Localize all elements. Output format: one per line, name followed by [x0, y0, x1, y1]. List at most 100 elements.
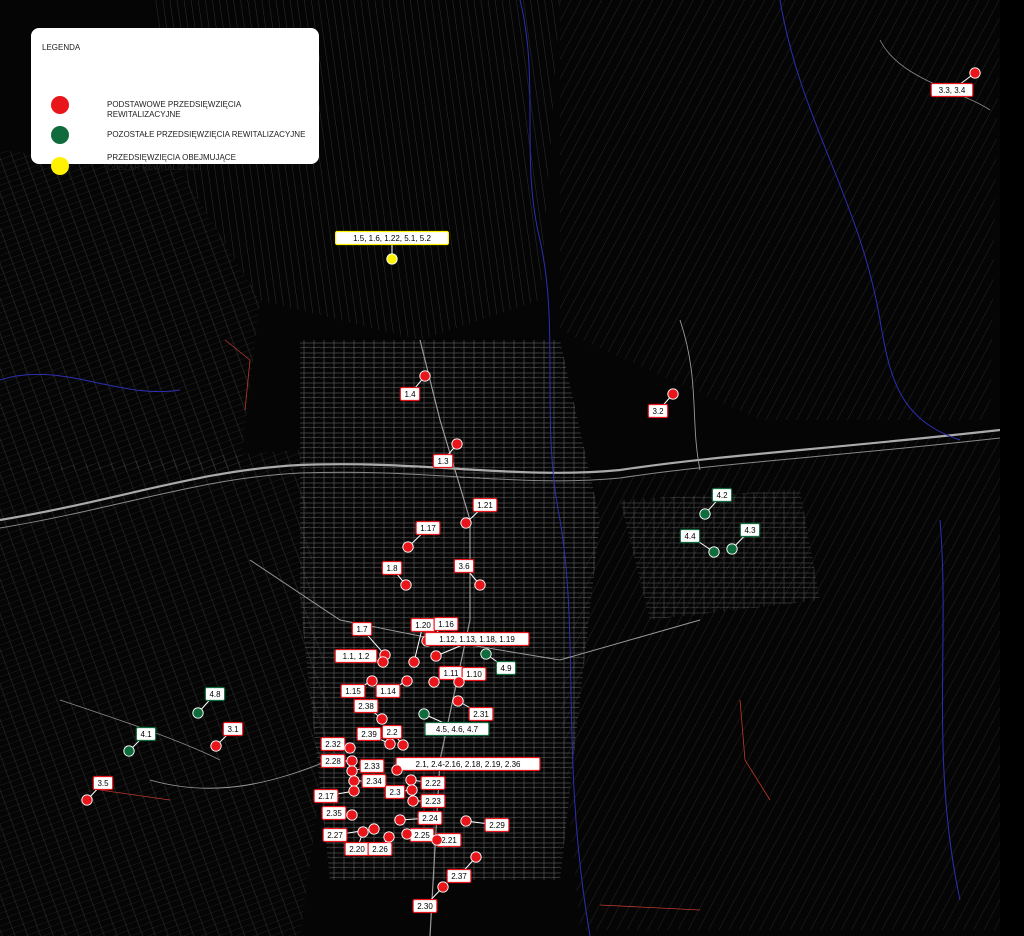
red-dot-icon[interactable] — [402, 541, 414, 553]
red-dot-icon[interactable] — [81, 794, 93, 806]
marker-4-4[interactable]: 4.4 — [679, 528, 720, 558]
marker-2-25[interactable]: 2.25 — [401, 827, 435, 843]
marker-4-1[interactable]: 4.1 — [123, 726, 157, 757]
marker-2-37[interactable]: 2.37 — [446, 851, 482, 884]
marker-1-17[interactable]: 1.17 — [402, 520, 441, 553]
red-dot-icon[interactable] — [419, 370, 431, 382]
markers-layer: 3.3, 3.4 1.5, 1.6, 1.22, 5.1, 5.2 1.4 3.2 1.… — [81, 67, 981, 914]
green-dot-icon[interactable] — [726, 543, 738, 555]
red-dot-icon[interactable] — [401, 675, 413, 687]
red-dot-icon[interactable] — [460, 517, 472, 529]
red-dot-icon[interactable] — [407, 795, 419, 807]
red-dot-icon[interactable] — [397, 739, 409, 751]
red-dot-icon[interactable] — [428, 676, 440, 688]
red-dot-icon[interactable] — [346, 765, 358, 777]
green-dot-icon[interactable] — [708, 546, 720, 558]
red-dot-icon[interactable] — [405, 774, 417, 786]
marker-label: 2.33 — [364, 762, 380, 771]
marker-2-21[interactable]: 2.21 — [431, 832, 462, 848]
marker-3-5[interactable]: 3.5 — [81, 775, 114, 806]
marker-label: 2.26 — [372, 845, 388, 854]
marker-2-38[interactable]: 2.38 — [353, 698, 388, 725]
map-view[interactable]: LEGENDA PODSTAWOWE PRZEDSIĘWZIĘCIA REWIT… — [0, 0, 1024, 936]
marker-label: 1.10 — [466, 670, 482, 679]
marker-2-23[interactable]: 2.23 — [407, 793, 446, 809]
red-dot-icon[interactable] — [346, 755, 358, 767]
red-dot-icon[interactable] — [408, 656, 420, 668]
marker-2-1-2-4-2-16-2-18-2-19-2-36[interactable]: 2.1, 2.4-2.16, 2.18, 2.19, 2.36 — [391, 756, 541, 776]
marker-2-17[interactable]: 2.17 — [313, 785, 360, 804]
red-dot-icon[interactable] — [210, 740, 222, 752]
red-dot-icon[interactable] — [346, 809, 358, 821]
marker-1-12-1-13-1-18-1-19[interactable]: 1.12, 1.13, 1.18, 1.19 — [424, 631, 530, 662]
marker-2-26[interactable]: 2.26 — [367, 831, 395, 857]
marker-1-14[interactable]: 1.14 — [375, 675, 413, 699]
marker-3-3-3-4[interactable]: 3.3, 3.4 — [930, 67, 981, 98]
marker-1-8[interactable]: 1.8 — [381, 560, 412, 591]
marker-2-32[interactable]: 2.32 — [320, 736, 356, 754]
red-dot-icon[interactable] — [394, 814, 406, 826]
marker-label: 4.3 — [744, 526, 756, 535]
red-dot-icon[interactable] — [400, 579, 412, 591]
marker-4-2[interactable]: 4.2 — [699, 487, 733, 520]
red-dot-icon[interactable] — [344, 742, 356, 754]
red-dot-icon[interactable] — [452, 695, 464, 707]
red-dot-icon[interactable] — [470, 851, 482, 863]
green-dot-icon[interactable] — [192, 707, 204, 719]
marker-3-2[interactable]: 3.2 — [647, 388, 679, 419]
marker-label: 2.25 — [414, 831, 430, 840]
red-dot-icon[interactable] — [406, 784, 418, 796]
marker-label: 3.6 — [458, 562, 470, 571]
marker-label: 2.34 — [366, 777, 382, 786]
marker-3-1[interactable]: 3.1 — [210, 721, 244, 752]
red-dot-icon[interactable] — [348, 775, 360, 787]
red-dot-icon[interactable] — [376, 713, 388, 725]
green-dot-icon[interactable] — [699, 508, 711, 520]
marker-label: 1.4 — [404, 390, 416, 399]
red-dot-icon[interactable] — [401, 828, 413, 840]
red-dot-icon[interactable] — [474, 579, 486, 591]
marker-label: 1.20 — [415, 621, 431, 630]
red-dot-icon[interactable] — [348, 785, 360, 797]
marker-label: 2.31 — [473, 710, 489, 719]
marker-label: 1.1, 1.2 — [343, 652, 370, 661]
red-dot-icon[interactable] — [667, 388, 679, 400]
red-dot-icon[interactable] — [383, 831, 395, 843]
marker-4-8[interactable]: 4.8 — [192, 686, 226, 719]
red-dot-icon[interactable] — [451, 438, 463, 450]
red-dot-icon[interactable] — [431, 834, 443, 846]
red-dot-icon[interactable] — [460, 815, 472, 827]
yellow-dot-icon[interactable] — [386, 253, 398, 265]
marker-2-27[interactable]: 2.27 — [322, 823, 380, 843]
red-dot-icon[interactable] — [384, 738, 396, 750]
marker-2-35[interactable]: 2.35 — [321, 805, 358, 821]
red-dot-icon[interactable] — [430, 650, 442, 662]
green-dot-icon[interactable] — [123, 745, 135, 757]
red-dot-icon[interactable] — [377, 656, 389, 668]
marker-2-31[interactable]: 2.31 — [452, 695, 494, 722]
red-dot-icon[interactable] — [366, 675, 378, 687]
marker-3-6[interactable]: 3.6 — [453, 558, 486, 591]
marker-label: 2.20 — [349, 845, 365, 854]
marker-2-24[interactable]: 2.24 — [394, 810, 443, 826]
marker-1-15[interactable]: 1.15 — [340, 675, 378, 699]
marker-label: 2.29 — [489, 821, 505, 830]
green-dot-icon[interactable] — [480, 648, 492, 660]
marker-1-5-1-6-1-22-5-1-5-2[interactable]: 1.5, 1.6, 1.22, 5.1, 5.2 — [335, 230, 450, 265]
marker-1-4[interactable]: 1.4 — [399, 370, 431, 402]
marker-4-3[interactable]: 4.3 — [726, 522, 761, 555]
marker-2-29[interactable]: 2.29 — [460, 815, 510, 833]
green-dot-icon[interactable] — [418, 708, 430, 720]
marker-label: 1.17 — [420, 524, 436, 533]
marker-2-30[interactable]: 2.30 — [412, 881, 449, 914]
red-dot-icon[interactable] — [368, 823, 380, 835]
red-dot-icon[interactable] — [969, 67, 981, 79]
marker-2-20[interactable]: 2.20 — [344, 826, 370, 857]
red-dot-icon[interactable] — [437, 881, 449, 893]
marker-1-21[interactable]: 1.21 — [460, 497, 498, 529]
red-dot-icon[interactable] — [357, 826, 369, 838]
marker-1-3[interactable]: 1.3 — [432, 438, 463, 469]
red-dot-icon[interactable] — [391, 764, 403, 776]
red-dot-icon[interactable] — [453, 676, 465, 688]
marker-label: 2.23 — [425, 797, 441, 806]
